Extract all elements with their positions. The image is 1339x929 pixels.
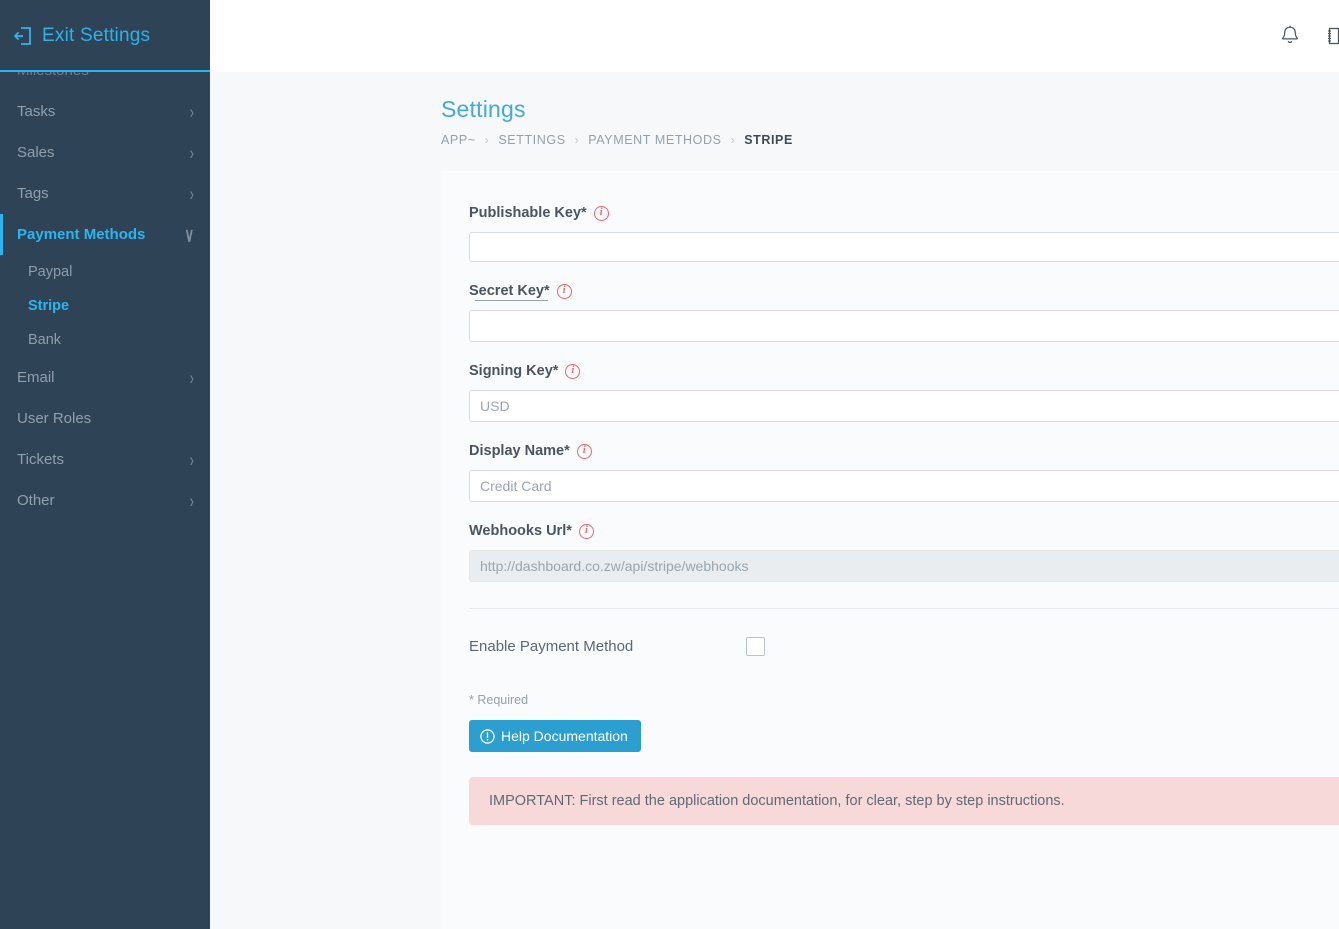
sidebar-item-label: Email: [17, 369, 55, 386]
sidebar-item-tickets[interactable]: Tickets ›: [0, 439, 210, 480]
sidebar-subitem-label: Paypal: [28, 264, 72, 280]
info-exclaim-circle-icon: [480, 729, 495, 744]
field-label: Publishable Key* i: [469, 205, 1339, 221]
sidebar-item-label: Sales: [17, 144, 55, 161]
info-circle-icon[interactable]: i: [594, 206, 609, 221]
enable-payment-method-label: Enable Payment Method: [469, 638, 746, 655]
required-note: * Required: [469, 693, 1339, 707]
sidebar-subitem-label: Bank: [28, 332, 61, 348]
section-divider: [469, 608, 1339, 609]
info-circle-icon[interactable]: i: [565, 364, 580, 379]
enable-payment-method-row: Enable Payment Method: [469, 637, 1339, 656]
sidebar-item-other[interactable]: Other ›: [0, 480, 210, 521]
sidebar-item-tasks[interactable]: Tasks ›: [0, 91, 210, 132]
sidebar-item-stripe[interactable]: Stripe: [0, 289, 210, 323]
notebook-icon[interactable]: [1324, 24, 1339, 48]
sidebar-item-sales[interactable]: Sales ›: [0, 132, 210, 173]
sidebar-item-paypal[interactable]: Paypal: [0, 255, 210, 289]
webhooks-url-input: [469, 550, 1339, 582]
sidebar-item-label: Tags: [17, 185, 49, 202]
field-label-text: Publishable Key*: [469, 205, 587, 221]
chevron-right-icon: ›: [190, 450, 194, 470]
chevron-right-icon: ›: [190, 491, 194, 511]
field-display-name: Display Name* i: [469, 443, 1339, 502]
sidebar-divider: [0, 70, 210, 72]
breadcrumb-item-payment-methods[interactable]: PAYMENT METHODS: [588, 133, 721, 147]
field-label: Webhooks Url* i: [469, 523, 1339, 539]
secret-key-input[interactable]: [469, 310, 1339, 342]
breadcrumb-separator-icon: ›: [575, 133, 580, 147]
sidebar-item-label: Other: [17, 492, 55, 509]
chevron-right-icon: ›: [190, 184, 194, 204]
sidebar-item-label: User Roles: [17, 410, 91, 427]
sidebar-item-bank[interactable]: Bank: [0, 323, 210, 357]
sidebar-item-payment-methods[interactable]: Payment Methods ∨: [0, 214, 210, 255]
stripe-settings-card: Publishable Key* i Secret Key* i Signing…: [441, 171, 1339, 929]
chevron-right-icon: ›: [190, 368, 194, 388]
notifications-bell-icon[interactable]: [1278, 24, 1302, 48]
help-documentation-button[interactable]: Help Documentation: [469, 720, 641, 752]
signing-key-input[interactable]: [469, 390, 1339, 422]
info-circle-icon[interactable]: i: [579, 524, 594, 539]
breadcrumb: APP~ › SETTINGS › PAYMENT METHODS › STRI…: [441, 133, 1339, 147]
field-label-text: Webhooks Url*: [469, 523, 572, 539]
sidebar-subitem-label: Stripe: [28, 298, 69, 314]
sidebar-item-label: Tasks: [17, 103, 55, 120]
topbar-icons: [1278, 21, 1339, 51]
breadcrumb-item-app[interactable]: APP~: [441, 133, 476, 147]
sidebar: Exit Settings Milestones Tasks › Sales ›…: [0, 0, 210, 929]
page-header: Settings APP~ › SETTINGS › PAYMENT METHO…: [210, 72, 1339, 147]
field-label: Signing Key* i: [469, 363, 1339, 379]
field-signing-key: Signing Key* i: [469, 363, 1339, 422]
enable-payment-method-checkbox[interactable]: [746, 637, 765, 656]
field-label: Display Name* i: [469, 443, 1339, 459]
field-secret-key: Secret Key* i: [469, 283, 1339, 342]
topbar: Brian: [210, 0, 1339, 72]
help-documentation-label: Help Documentation: [501, 728, 628, 744]
display-name-input[interactable]: [469, 470, 1339, 502]
breadcrumb-separator-icon: ›: [485, 133, 490, 147]
sidebar-nav: Milestones Tasks › Sales › Tags › Paymen…: [0, 50, 210, 521]
info-circle-icon[interactable]: i: [577, 444, 592, 459]
field-publishable-key: Publishable Key* i: [469, 205, 1339, 262]
publishable-key-input[interactable]: [469, 232, 1339, 262]
chevron-down-icon: ∨: [184, 225, 194, 245]
breadcrumb-item-stripe: STRIPE: [744, 133, 793, 147]
field-label: Secret Key* i: [469, 283, 1339, 299]
sidebar-item-label: Tickets: [17, 451, 64, 468]
exit-settings-button[interactable]: Exit Settings: [0, 0, 210, 72]
field-label-text: Display Name*: [469, 443, 570, 459]
exit-icon: [12, 25, 34, 47]
save-row: Save Changes: [469, 847, 1339, 886]
exit-settings-label: Exit Settings: [42, 25, 150, 47]
chevron-right-icon: ›: [190, 102, 194, 122]
chevron-right-icon: ›: [190, 143, 194, 163]
sidebar-item-user-roles[interactable]: User Roles: [0, 398, 210, 439]
important-alert: IMPORTANT: First read the application do…: [469, 777, 1339, 825]
settings-page: Exit Settings Milestones Tasks › Sales ›…: [0, 0, 1339, 929]
field-label-text: Secret Key*: [469, 283, 550, 299]
main-area: Brian Settings APP~ › SETTINGS › PAYMENT…: [210, 0, 1339, 929]
breadcrumb-item-settings[interactable]: SETTINGS: [498, 133, 565, 147]
sidebar-item-email[interactable]: Email ›: [0, 357, 210, 398]
field-webhooks-url: Webhooks Url* i: [469, 523, 1339, 582]
page-title: Settings: [441, 96, 1339, 123]
field-label-text: Signing Key*: [469, 363, 558, 379]
breadcrumb-separator-icon: ›: [731, 133, 736, 147]
sidebar-item-label: Payment Methods: [17, 226, 145, 243]
info-circle-icon[interactable]: i: [557, 284, 572, 299]
sidebar-item-tags[interactable]: Tags ›: [0, 173, 210, 214]
